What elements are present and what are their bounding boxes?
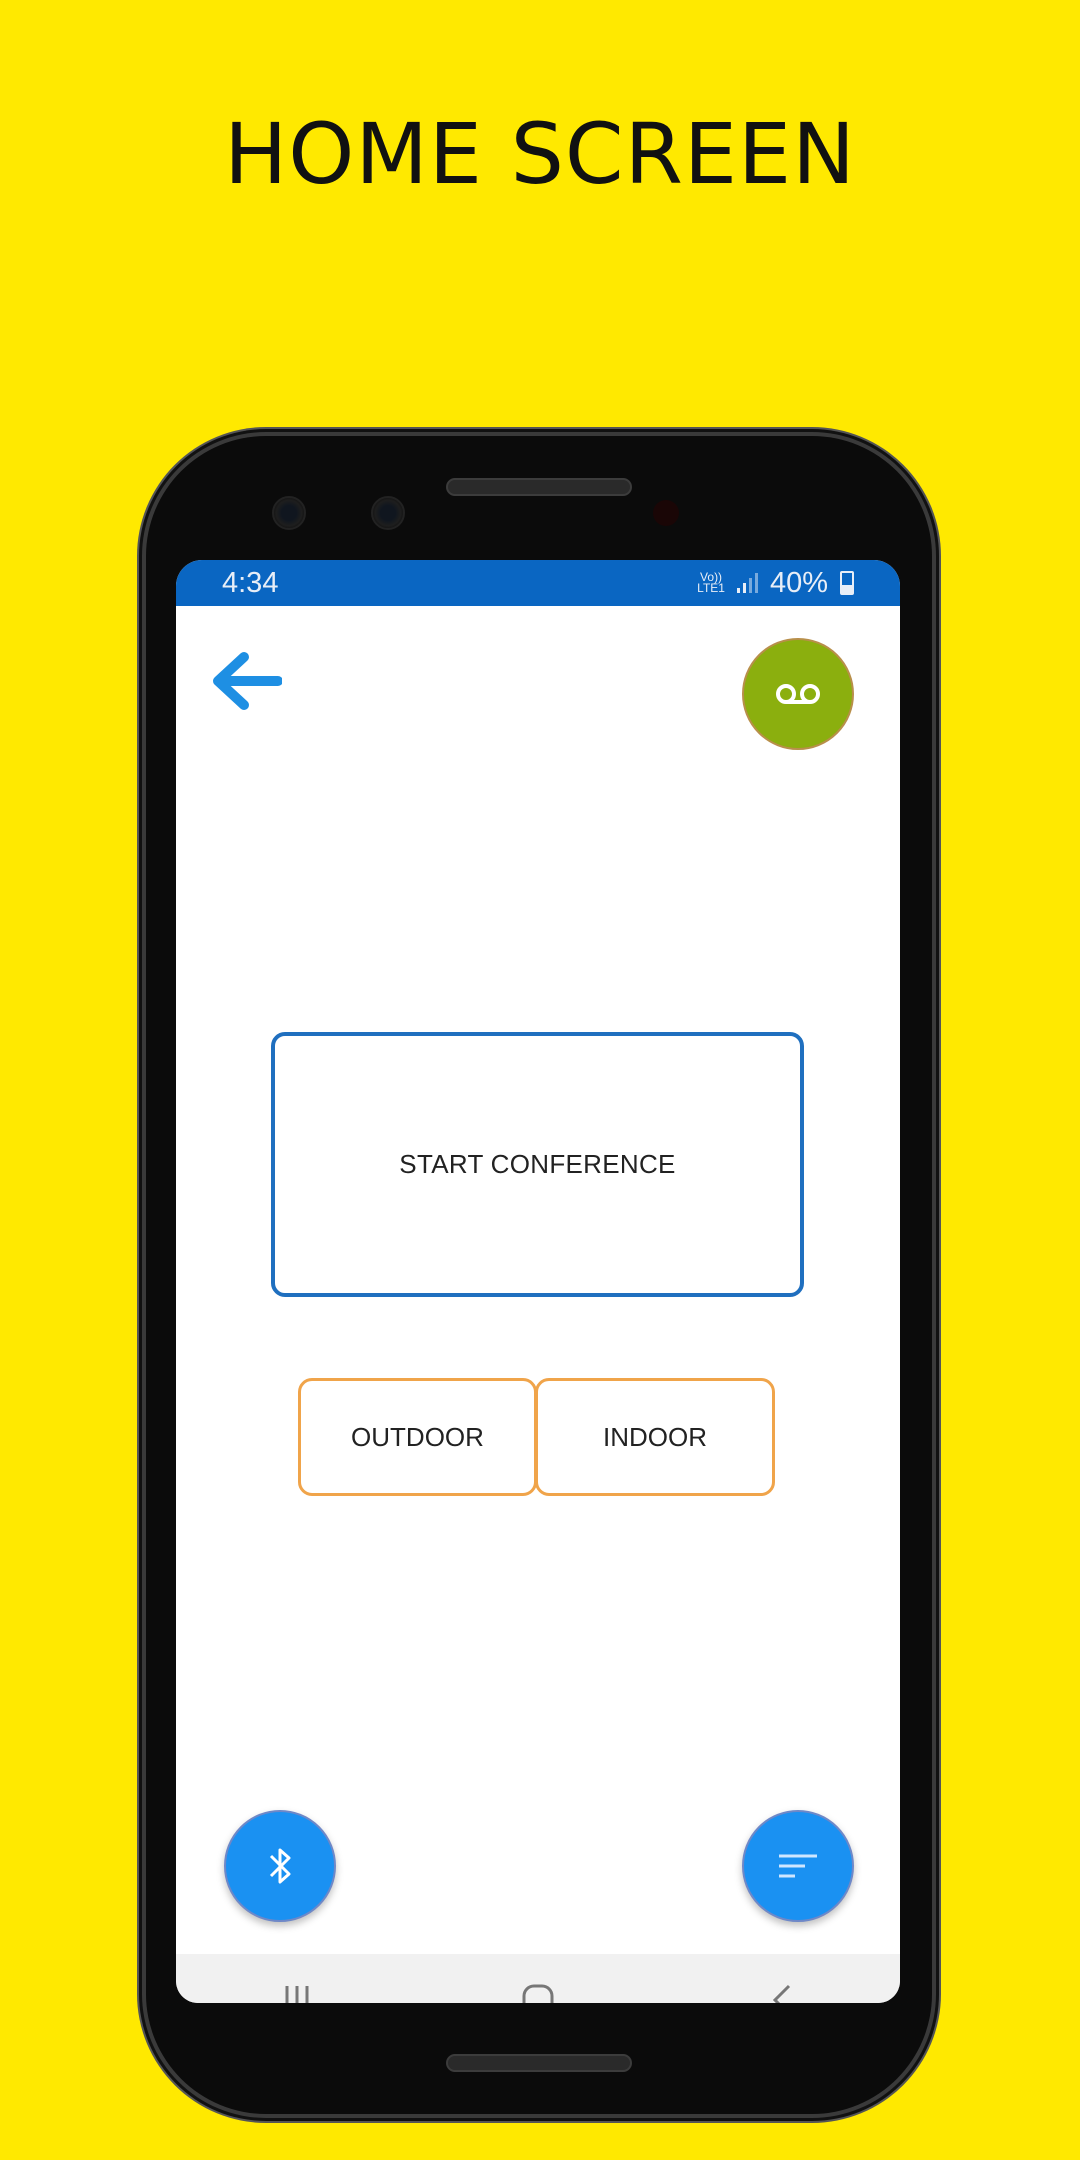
battery-percent: 40% bbox=[769, 566, 828, 599]
recent-apps-icon[interactable] bbox=[277, 1984, 317, 2003]
lte-label: LTE1 bbox=[697, 581, 725, 595]
bluetooth-button[interactable] bbox=[224, 1810, 336, 1922]
signal-strength-icon bbox=[736, 573, 758, 593]
back-button[interactable] bbox=[210, 650, 282, 712]
voicemail-button[interactable] bbox=[742, 638, 854, 750]
phone-earpiece bbox=[446, 478, 632, 496]
nav-back-icon[interactable] bbox=[759, 1984, 799, 2003]
system-nav-bar bbox=[176, 1954, 900, 2003]
start-conference-button[interactable]: START CONFERENCE bbox=[271, 1032, 804, 1297]
status-indicators: Vo)) LTE1 40% bbox=[697, 567, 854, 600]
bluetooth-icon bbox=[269, 1848, 291, 1884]
indoor-button[interactable]: INDOOR bbox=[535, 1378, 775, 1496]
voicemail-icon bbox=[776, 684, 820, 704]
status-bar: 4:34 Vo)) LTE1 40% bbox=[176, 560, 900, 606]
battery-icon bbox=[840, 571, 854, 595]
proximity-sensor bbox=[653, 500, 679, 526]
volte-icon: Vo)) LTE1 bbox=[697, 571, 725, 595]
front-camera-icon bbox=[272, 496, 306, 530]
status-time: 4:34 bbox=[222, 566, 279, 599]
home-icon[interactable] bbox=[518, 1984, 558, 2003]
arrow-left-icon bbox=[213, 652, 282, 710]
phone-bottom-speaker bbox=[446, 2054, 632, 2072]
outdoor-button[interactable]: OUTDOOR bbox=[298, 1378, 537, 1496]
page-headline: HOME SCREEN bbox=[224, 105, 856, 203]
front-camera-secondary-icon bbox=[371, 496, 405, 530]
sort-menu-icon bbox=[779, 1854, 817, 1878]
sort-menu-button[interactable] bbox=[742, 1810, 854, 1922]
phone-screen: 4:34 Vo)) LTE1 40% START CONFERENCE OUTD… bbox=[176, 560, 900, 2003]
